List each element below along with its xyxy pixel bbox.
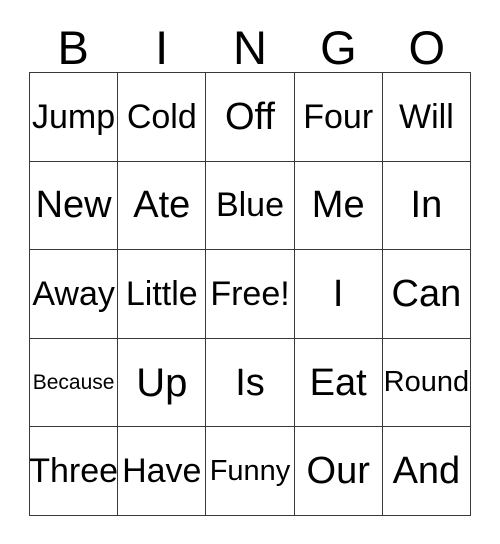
bingo-cell-label: New [35, 184, 112, 227]
bingo-cell[interactable]: Because [30, 338, 119, 428]
bingo-cell[interactable]: Our [294, 427, 383, 516]
bingo-cell[interactable]: Me [294, 161, 383, 251]
bingo-cell[interactable]: Off [206, 73, 295, 162]
bingo-cell[interactable]: Jump [30, 73, 119, 162]
bingo-cell-label: Me [311, 184, 365, 227]
bingo-cell-label: Because [32, 371, 115, 395]
bingo-cell-label: Three [30, 452, 119, 491]
bingo-cell[interactable]: Three [30, 427, 119, 516]
bingo-cell-label: Is [235, 361, 265, 404]
bingo-cell-label: Our [306, 450, 370, 493]
bingo-cell[interactable]: Round [382, 338, 471, 428]
bingo-cell[interactable]: Ate [118, 161, 207, 251]
bingo-cell-label: Little [125, 274, 198, 313]
bingo-cell-label: Blue [215, 186, 285, 225]
bingo-cell[interactable]: Up [118, 338, 207, 428]
bingo-cell[interactable]: I [294, 250, 383, 339]
bingo-cell-label: Eat [309, 361, 367, 404]
bingo-grid: Jump Cold Off Four Will New Ate Blue Me … [29, 72, 471, 516]
bingo-cell[interactable]: Little [118, 250, 207, 339]
bingo-cell-label: Will [399, 97, 454, 136]
bingo-cell[interactable]: In [382, 161, 471, 251]
bingo-cell-label: And [392, 450, 461, 493]
bingo-cell-label: Round [383, 366, 470, 399]
bingo-cell-label: Free! [210, 274, 290, 313]
bingo-header-letter-g: G [320, 21, 357, 74]
bingo-cell[interactable]: Eat [294, 338, 383, 428]
bingo-cell-label: Have [122, 452, 202, 491]
bingo-cell-label: Four [303, 97, 374, 136]
bingo-header-row: B I N G O [29, 16, 471, 72]
bingo-cell[interactable]: Funny [206, 427, 295, 516]
bingo-cell[interactable]: And [382, 427, 471, 516]
bingo-cell[interactable]: Cold [118, 73, 207, 162]
bingo-cell[interactable]: Will [382, 73, 471, 162]
bingo-cell[interactable]: Away [30, 250, 119, 339]
bingo-cell[interactable]: Is [206, 338, 295, 428]
bingo-header-letter-n: N [233, 21, 267, 74]
bingo-cell-label: Off [224, 95, 275, 138]
bingo-cell-label: Away [32, 274, 115, 313]
bingo-card: B I N G O Jump Cold Off Four Will New At… [29, 16, 471, 516]
bingo-cell-label: Can [391, 272, 462, 315]
bingo-header-letter-i: I [155, 21, 169, 74]
bingo-cell-label: In [410, 184, 443, 227]
bingo-cell-label: Funny [209, 454, 291, 487]
bingo-cell[interactable]: Blue [206, 161, 295, 251]
bingo-cell-label: Jump [32, 97, 116, 136]
bingo-cell-label: I [332, 272, 344, 315]
bingo-cell[interactable]: Can [382, 250, 471, 339]
bingo-cell-label: Up [136, 360, 188, 405]
bingo-cell-label: Cold [126, 97, 197, 136]
bingo-cell[interactable]: New [30, 161, 119, 251]
bingo-cell-free[interactable]: Free! [206, 250, 295, 339]
bingo-cell-label: Ate [133, 184, 191, 227]
bingo-header-letter-b: B [57, 21, 89, 74]
bingo-cell[interactable]: Four [294, 73, 383, 162]
bingo-cell[interactable]: Have [118, 427, 207, 516]
bingo-header-letter-o: O [408, 21, 446, 74]
